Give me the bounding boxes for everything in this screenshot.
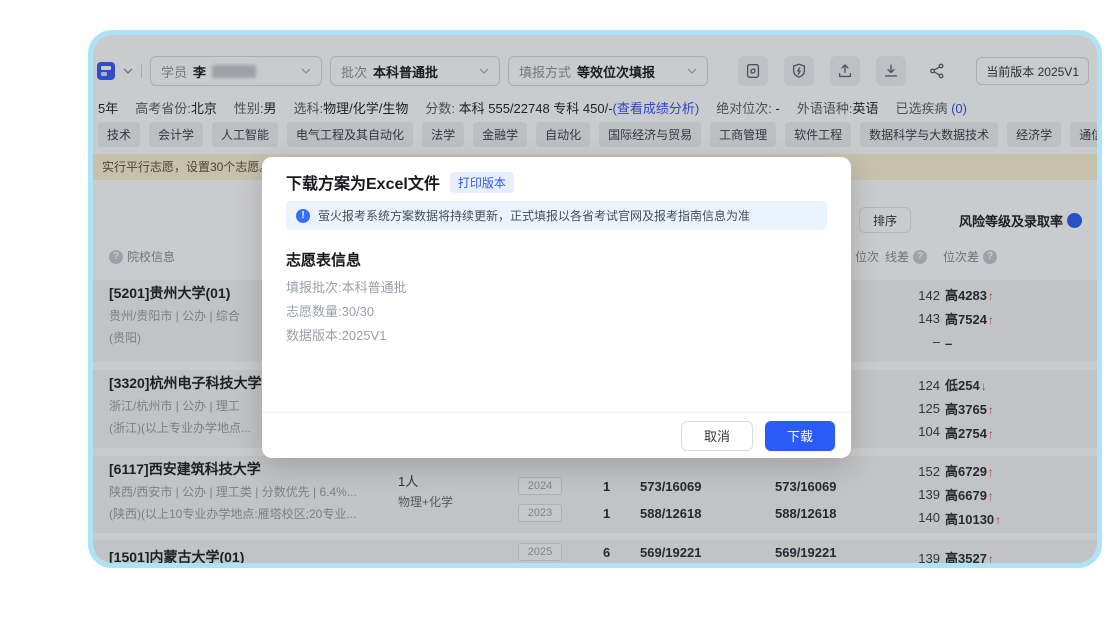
download-excel-modal: 下载方案为Excel文件 打印版本 ! 萤火报考系统方案数据将持续更新，正式填报… [262,157,851,458]
download-button[interactable]: 下载 [765,421,835,451]
modal-alert: ! 萤火报考系统方案数据将持续更新，正式填报以各省考试官网及报考指南信息为准 [286,201,827,230]
print-version-badge[interactable]: 打印版本 [450,172,514,193]
modal-title-row: 下载方案为Excel文件 打印版本 [286,170,514,194]
page-background: 学员 李 批次 本科普通批 填报方式 等效位次填报 [0,0,1115,617]
info-icon: ! [296,209,310,223]
app-window: 学员 李 批次 本科普通批 填报方式 等效位次填报 [88,30,1102,568]
modal-alert-text: 萤火报考系统方案数据将持续更新，正式填报以各省考试官网及报考指南信息为准 [318,207,750,224]
modal-footer: 取消 下载 [262,412,851,458]
modal-title: 下载方案为Excel文件 [286,170,440,194]
modal-field-batch: 填报批次:本科普通批 [286,277,407,296]
modal-field-version: 数据版本:2025V1 [286,325,386,344]
volunteer-info-section-title: 志愿表信息 [286,249,361,270]
modal-field-quantity: 志愿数量:30/30 [286,301,374,320]
cancel-button[interactable]: 取消 [681,421,753,451]
